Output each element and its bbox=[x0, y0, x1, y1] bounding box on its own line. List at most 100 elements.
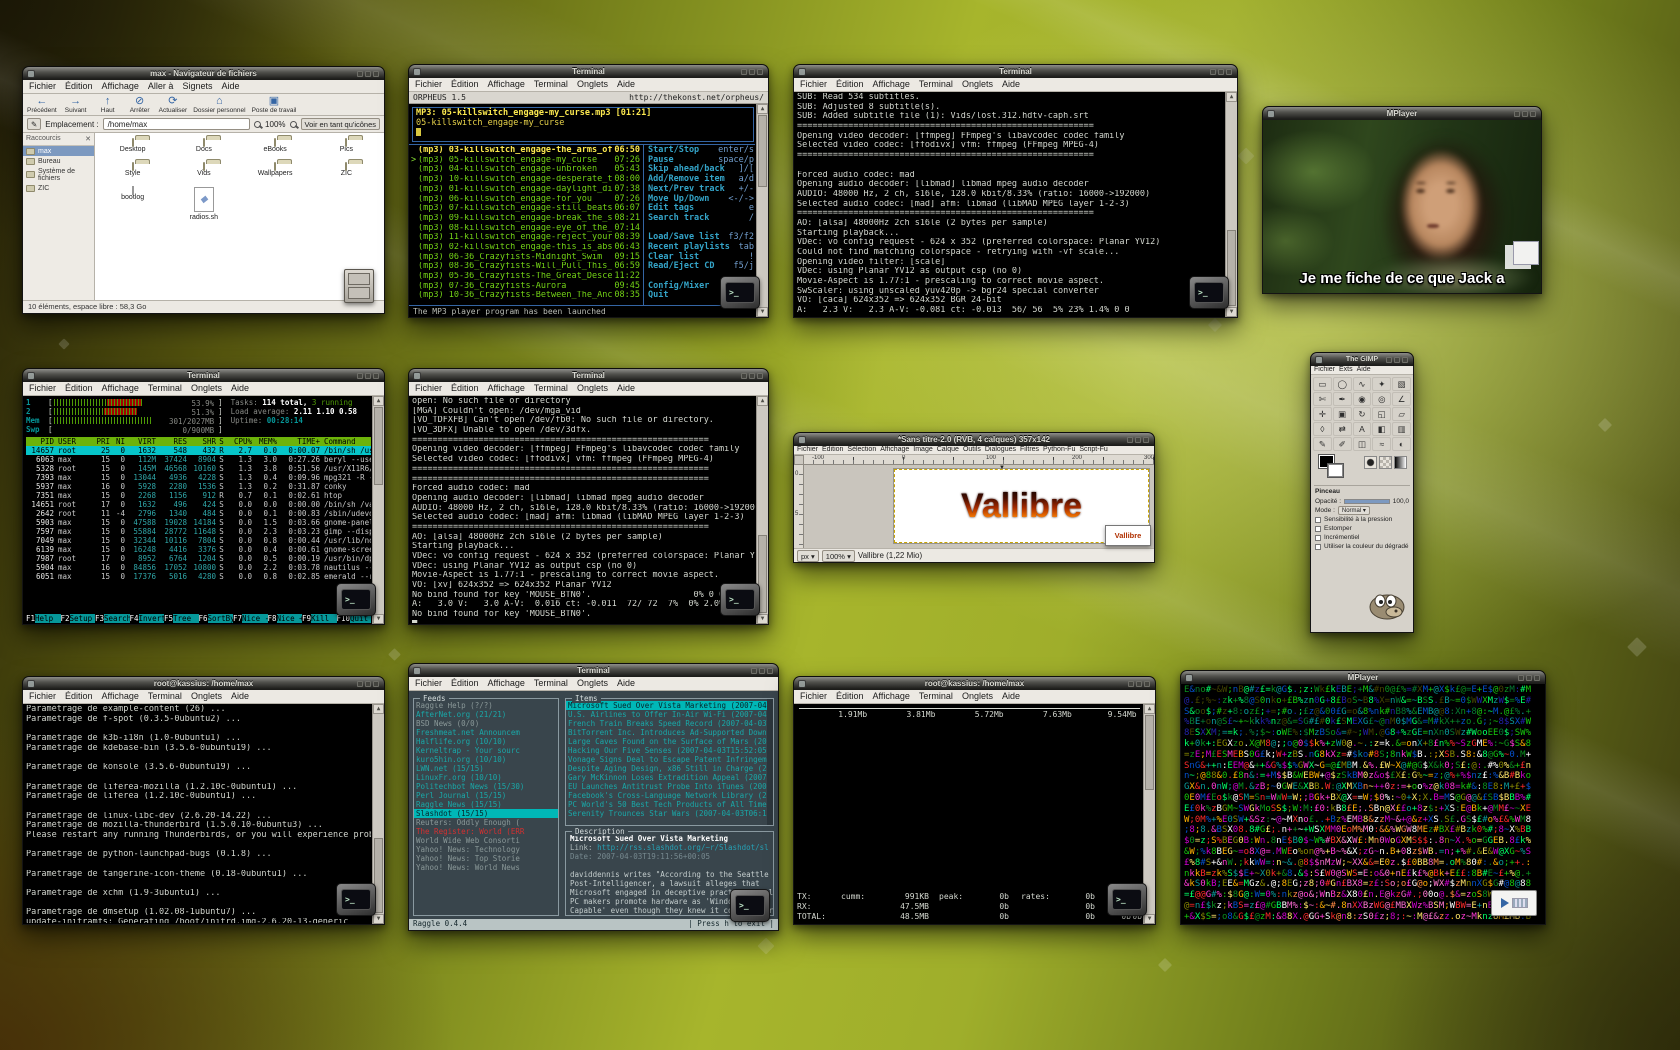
view-mode-select[interactable]: Voir en tant qu'icônes bbox=[301, 118, 380, 130]
item-row[interactable]: Large Caves Found on the Surface of Mars… bbox=[566, 737, 773, 746]
menu-item[interactable]: Calque bbox=[937, 446, 959, 453]
window-buttons[interactable] bbox=[751, 668, 773, 674]
feed-row[interactable]: BSD News (0/0) bbox=[414, 719, 558, 728]
feed-row[interactable]: Freshmeat.net Announcem bbox=[414, 728, 558, 737]
free-select-tool-icon[interactable]: ∿ bbox=[1353, 377, 1372, 391]
menu-item[interactable]: Édition bbox=[451, 79, 479, 89]
menu-item[interactable]: Aide bbox=[1357, 366, 1371, 373]
function-key[interactable]: F2Setup bbox=[61, 614, 96, 623]
tool-option-row[interactable]: Estomper bbox=[1315, 524, 1409, 533]
item-row[interactable]: Vonage Signs Deal to Escape Patent Infri… bbox=[566, 755, 773, 764]
file-icon[interactable]: eBooks bbox=[240, 139, 311, 153]
titlebar[interactable]: Terminal bbox=[22, 368, 385, 382]
location-input[interactable]: /home/max bbox=[103, 118, 250, 130]
file-icon[interactable]: Docs bbox=[168, 139, 239, 153]
ellipse-select-tool-icon[interactable]: ◯ bbox=[1333, 377, 1352, 391]
menu-item[interactable]: Édition bbox=[65, 81, 93, 91]
feed-row[interactable]: LinuxFr.org (10/10) bbox=[414, 773, 558, 782]
item-row[interactable]: PC World's 50 Best Tech Products of All … bbox=[566, 800, 773, 809]
items-scrollbar[interactable] bbox=[767, 699, 773, 825]
menu-item[interactable]: Fichier bbox=[415, 383, 442, 393]
menu-item[interactable]: Fichier bbox=[29, 691, 56, 701]
checkbox-icon[interactable] bbox=[1315, 535, 1321, 541]
window-buttons[interactable] bbox=[1210, 69, 1232, 75]
process-row[interactable]: 6063max150112M374248904S1.33.00:27.26ber… bbox=[26, 455, 371, 464]
menu-item[interactable]: Onglets bbox=[577, 79, 608, 89]
menu-item[interactable]: Onglets bbox=[191, 691, 222, 701]
eraser-tool-icon[interactable]: ◫ bbox=[1353, 437, 1372, 451]
perspective-tool-icon[interactable]: ◊ bbox=[1313, 422, 1332, 436]
menu-item[interactable]: Aide bbox=[1002, 691, 1020, 701]
window-buttons[interactable] bbox=[741, 69, 763, 75]
feed-row[interactable]: Yahoo! News: World News bbox=[414, 863, 558, 872]
playlist-row[interactable]: (mp3) 07-36_Crazyfists-Aurora09:45 bbox=[411, 282, 643, 292]
measure-tool-icon[interactable]: ∠ bbox=[1392, 392, 1411, 406]
playlist-row[interactable]: (mp3) 08-36_Crazyfists-Will_Pull_This_In… bbox=[411, 262, 643, 272]
ascii-video-output[interactable]: E&no#~&W;nB@#z£=k@G$.;z:Wk£kEBE;+M&#n0@£… bbox=[1184, 685, 1543, 922]
menu-item[interactable]: Filtres bbox=[1020, 446, 1039, 453]
playlist-row[interactable]: (mp3) 09-killswitch_engage-break_the_sil… bbox=[411, 214, 643, 224]
menu-item[interactable]: Aller à bbox=[148, 81, 174, 91]
bucket-fill-tool-icon[interactable]: ◧ bbox=[1372, 422, 1391, 436]
window-buttons[interactable] bbox=[1518, 675, 1540, 681]
text-tool-icon[interactable]: A bbox=[1353, 422, 1372, 436]
process-row[interactable]: 5903max150475881902814184S0.01.50:03.66g… bbox=[26, 518, 371, 527]
menu-item[interactable]: Édition bbox=[451, 678, 479, 688]
airbrush-tool-icon[interactable]: ≈ bbox=[1372, 437, 1391, 451]
toolbar-button[interactable]: ←Précédent bbox=[27, 96, 57, 114]
item-row[interactable]: U.S. Airlines to Offer In-Air Wi-Fi (200… bbox=[566, 710, 773, 719]
feed-row[interactable]: Slashdot (15/15) bbox=[414, 809, 558, 818]
menu-item[interactable]: Aide bbox=[1002, 79, 1020, 89]
function-key[interactable]: F1Help bbox=[26, 614, 61, 623]
function-key[interactable]: F5Tree bbox=[164, 614, 199, 623]
menu-item[interactable]: Fichier bbox=[29, 383, 56, 393]
titlebar[interactable]: *Sans titre-2.0 (RVB, 4 calques) 357x142 bbox=[793, 432, 1155, 446]
item-row[interactable]: BitTorrent Inc. Introduces Ad-Supported … bbox=[566, 728, 773, 737]
menu-item[interactable]: Outils bbox=[963, 446, 981, 453]
titlebar[interactable]: Terminal bbox=[408, 368, 769, 382]
titlebar[interactable]: Terminal bbox=[408, 64, 769, 78]
menu-item[interactable]: Terminal bbox=[919, 79, 953, 89]
select-by-color-tool-icon[interactable]: ▧ bbox=[1392, 377, 1411, 391]
command-row[interactable]: Read/Eject CDf5/j bbox=[648, 262, 754, 272]
file-icon[interactable]: bootlog bbox=[97, 187, 168, 221]
menu-item[interactable]: Image bbox=[913, 446, 932, 453]
process-row[interactable]: 14657root2501632548432R2.70.00:00.07/bin… bbox=[26, 446, 371, 455]
playlist-row[interactable]: (mp3) 11-killswitch_engage-reject_yourse… bbox=[411, 233, 643, 243]
file-icon[interactable]: Desktop bbox=[97, 139, 168, 153]
window-buttons[interactable] bbox=[1128, 681, 1150, 687]
command-row[interactable]: Search track/ bbox=[648, 214, 754, 224]
flip-tool-icon[interactable]: ⇄ bbox=[1333, 422, 1352, 436]
menu-item[interactable]: Onglets bbox=[577, 383, 608, 393]
gradient-indicator[interactable] bbox=[1394, 456, 1407, 469]
toolbar-button[interactable]: →Suivant bbox=[63, 96, 89, 114]
checkbox-icon[interactable] bbox=[1315, 526, 1321, 532]
window-buttons[interactable] bbox=[1127, 437, 1149, 443]
titlebar[interactable]: MPlayer bbox=[1180, 670, 1546, 684]
sidebar-item[interactable]: ZIC bbox=[23, 183, 94, 193]
titlebar[interactable]: root@kassius: /home/max bbox=[22, 676, 385, 690]
function-key[interactable]: F4Invert bbox=[130, 614, 165, 623]
shear-tool-icon[interactable]: ▱ bbox=[1392, 407, 1411, 421]
window-buttons[interactable] bbox=[357, 71, 379, 77]
menu-item[interactable]: Fichier bbox=[800, 691, 827, 701]
video-frame[interactable]: Je me fiche de ce que Jack a bbox=[1263, 120, 1541, 293]
checkbox-icon[interactable] bbox=[1315, 517, 1321, 523]
titlebar[interactable]: max - Navigateur de fichiers bbox=[22, 66, 385, 80]
menu-item[interactable]: Affichage bbox=[873, 79, 910, 89]
rect-select-tool-icon[interactable]: ▭ bbox=[1313, 377, 1332, 391]
menu-item[interactable]: Affichage bbox=[102, 691, 139, 701]
playlist-row[interactable]: (mp3) 07-killswitch_engage-still_beats_y… bbox=[411, 204, 643, 214]
playlist-row[interactable]: (mp3) 04-killswitch_engage-unbroken05:43 bbox=[411, 165, 643, 175]
toolbar-button[interactable]: ⌂Dossier personnel bbox=[193, 96, 245, 114]
menu-item[interactable]: Fichier bbox=[800, 79, 827, 89]
toolbar-button[interactable]: ▣Poste de travail bbox=[252, 96, 297, 114]
menu-item[interactable]: Fichier bbox=[797, 446, 818, 453]
menu-item[interactable]: Édition bbox=[836, 79, 864, 89]
feed-row[interactable]: World Wide Web Consorti bbox=[414, 836, 558, 845]
feed-row[interactable]: Yahoo! News: Technology bbox=[414, 845, 558, 854]
menu-item[interactable]: Terminal bbox=[534, 678, 568, 688]
file-icon[interactable]: Wallpapers bbox=[240, 163, 311, 177]
path-tool-icon[interactable]: ✒ bbox=[1333, 392, 1352, 406]
playlist-row[interactable]: (mp3) 08-killswitch_engage-eye_of_the_st… bbox=[411, 224, 643, 234]
